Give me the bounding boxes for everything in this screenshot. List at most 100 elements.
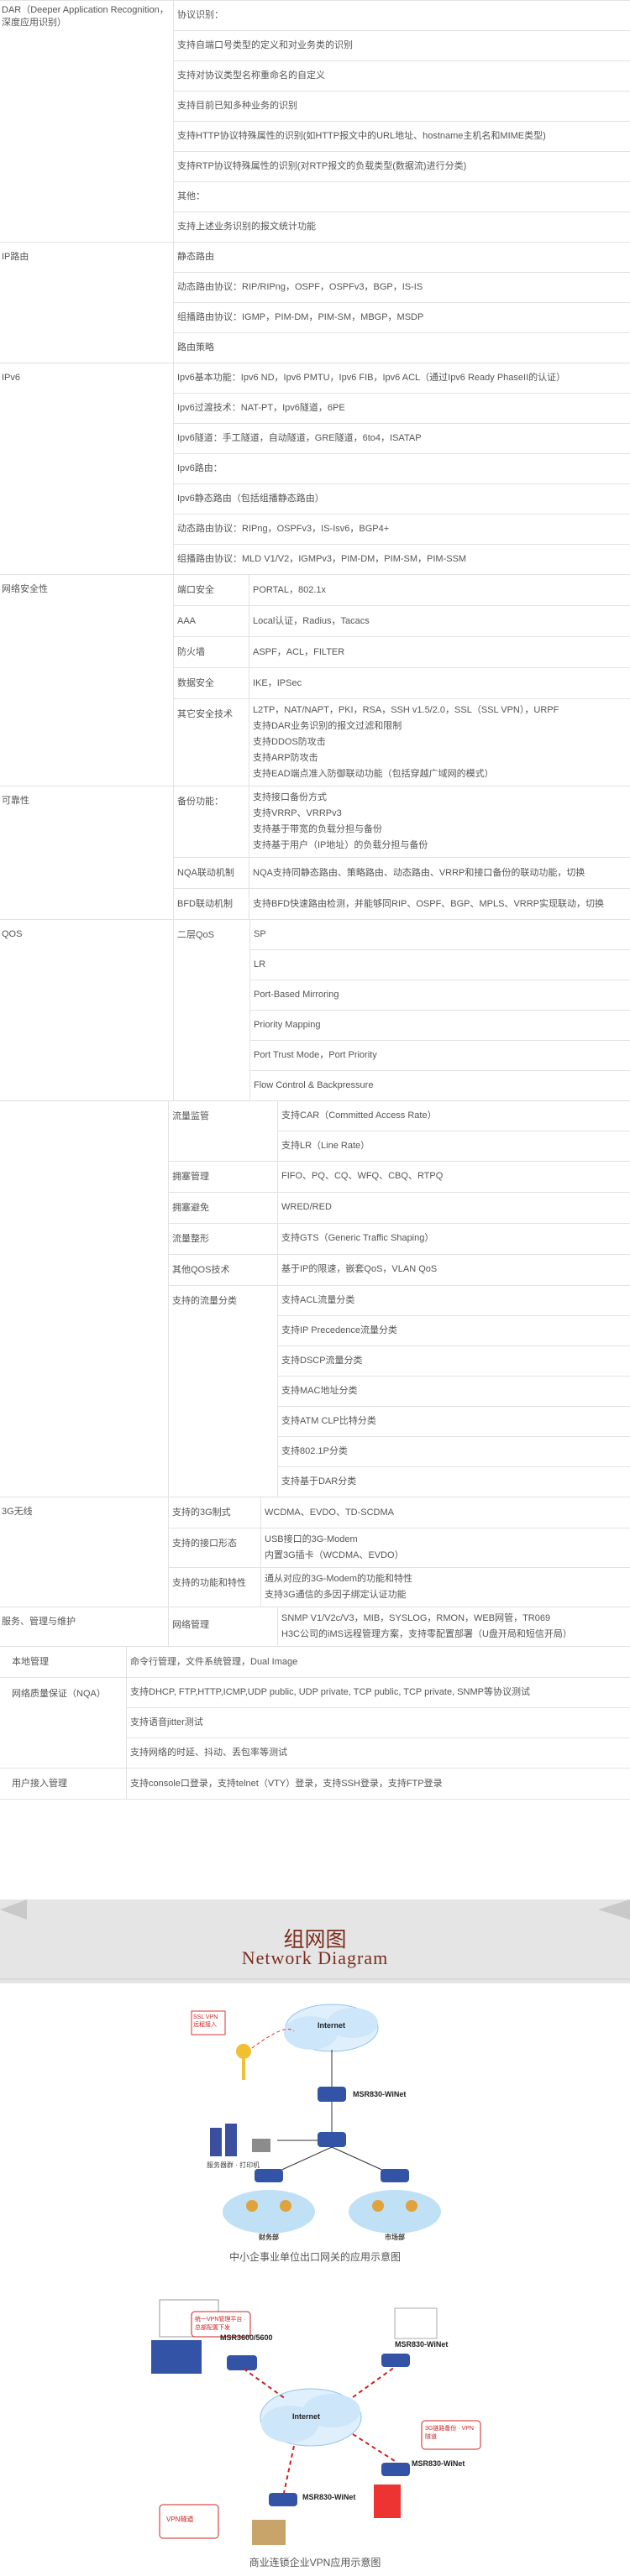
row-label: 本地管理 [12, 1657, 49, 1667]
row-values: 静态路由 动态路由协议：RIP/RIPng，OSPF，OSPFv3，BGP，IS-… [173, 243, 630, 363]
sub-row: 其他QOS技术 基于IP的限速，嵌套QoS，VLAN QoS [169, 1255, 630, 1286]
list-item: 支持ACL流量分类 [278, 1286, 630, 1316]
row-values: 二层QoS SP LR Port-Based Mirroring Priority M… [173, 920, 630, 1100]
sub-value: PORTAL，802.1x [253, 585, 327, 595]
sub-row: 备份功能： 支持接口备份方式 支持VRRP、VRRPv3 支持基于带宽的负载分担与… [174, 786, 630, 858]
hq-router-label: MSR3600/5600 [220, 2333, 273, 2342]
row-3g: 3G无线 支持的3G制式 WCDMA、EVDO、TD-SCDMA 支持的接口形态 US… [0, 1497, 630, 1607]
diagram-1-graphic [191, 2004, 441, 2234]
row-qos-more: 流量监管 支持CAR（Committed Access Rate） 支持LR（Lin… [0, 1101, 630, 1497]
dept-left-label: 财务部 [259, 2234, 279, 2241]
branch-1-label: MSR830-WiNet [395, 2340, 449, 2349]
internet-label: Internet [292, 2412, 321, 2421]
sub-values: 基于IP的限速，嵌套QoS，VLAN QoS [278, 1255, 630, 1285]
branch-2-label: MSR830-WiNet [412, 2459, 465, 2468]
row-values: 协议识别： 支持自端口号类型的定义和对业务类的识别 支持对协议类型名称重命名的自定义… [173, 1, 630, 242]
servers-label: 服务器群 · 打印机 [207, 2161, 260, 2169]
list-item: 基于IP的限速，嵌套QoS，VLAN QoS [281, 1264, 438, 1274]
sub-key: 其它安全技术 [174, 699, 249, 786]
sub-key: BFD联动机制 [174, 889, 249, 919]
diagram-1: Internet MSR830-WiNet SSL VPN 远程接入 服务器群 … [0, 1989, 630, 2266]
list-item: Port Trust Mode，Port Priority [250, 1041, 630, 1071]
list-item: 支持IP Precedence流量分类 [278, 1316, 630, 1346]
sub-row: 支持的功能和特性 通从对应的3G-Modem的功能和特性 支持3G通信的多因子绑定… [169, 1568, 630, 1607]
spec-table: DAR（Deeper Application Recognition，深度应用识… [0, 0, 630, 1800]
row-label: 服务、管理与维护 [2, 1617, 76, 1627]
row-label: QOS [2, 929, 23, 939]
sub-row: BFD联动机制 支持BFD快速路由检测，并能够同RIP、OSPF、BGP、MPLS… [174, 889, 630, 919]
sub-values: 支持CAR（Committed Access Rate） 支持LR（Line Ra… [278, 1101, 630, 1161]
list-item: 支持LR（Line Rate） [281, 1141, 370, 1151]
diagram-2-caption: 商业连锁企业VPN应用示意图 [249, 2557, 381, 2568]
list-item: 支持RTP协议特殊属性的识别(对RTP报文的负载类型(数据流)进行分类) [174, 152, 630, 182]
list-item: 支持语音jitter测试 [127, 1708, 630, 1738]
sub-key: 数据安全 [174, 668, 249, 698]
sub-key: 二层QoS [177, 930, 215, 940]
diagram-2: Internet MSR3600/5600 MSR830-WiNet MSR83… [0, 2291, 630, 2573]
list-item: 支持GTS（Generic Traffic Shaping） [281, 1233, 434, 1243]
row-values: 支持的3G制式 WCDMA、EVDO、TD-SCDMA 支持的接口形态 USB接口的3… [168, 1497, 630, 1607]
list-item: 路由策略 [177, 342, 214, 353]
sub-key: 备份功能： [174, 786, 249, 857]
row-label: 网络质量保证（NQA） [12, 1689, 106, 1699]
list-item: 支持基于DAR分类 [281, 1476, 357, 1487]
sub-value: WCDMA、EVDO、TD-SCDMA [265, 1507, 394, 1518]
sub-row: 防火墙 ASPF，ACL，FILTER [174, 637, 630, 668]
list-item: 静态路由 [174, 243, 630, 273]
sub-row: 支持的流量分类 支持ACL流量分类 支持IP Precedence流量分类 支持DSC… [169, 1286, 630, 1497]
qos-layer2: 二层QoS SP LR Port-Based Mirroring Priority M… [174, 920, 630, 1100]
row-label: DAR（Deeper Application Recognition，深度应用识… [2, 5, 169, 28]
row-reliability: 可靠性 备份功能： 支持接口备份方式 支持VRRP、VRRPv3 支持基于带宽的负… [0, 786, 630, 920]
sub-values: 支持ACL流量分类 支持IP Precedence流量分类 支持DSCP流量分类支持… [278, 1286, 630, 1497]
list-item: 组播路由协议：MLD V1/V2，IGMPv3，PIM-DM，PIM-SM，PI… [177, 554, 467, 564]
branch-3-label: MSR830-WiNet [302, 2493, 356, 2501]
diagram-2-graphic [151, 2299, 481, 2545]
sub-value: IKE，IPSec [253, 678, 302, 688]
sub-key: 拥塞管理 [169, 1162, 278, 1192]
sub-row: 端口安全 PORTAL，802.1x [174, 575, 630, 606]
row-value: 命令行管理，文件系统管理，Dual Image [130, 1657, 298, 1667]
sub-key: 流量监管 [169, 1101, 278, 1161]
list-item: SP [250, 920, 630, 950]
list-item: Flow Control & Backpressure [254, 1080, 374, 1090]
row-values: 支持DHCP, FTP,HTTP,ICMP,UDP public, UDP pr… [126, 1678, 630, 1768]
list-item: WRED/RED [281, 1202, 332, 1212]
network-diagram-banner: 组网图 Network Diagram [0, 1899, 630, 1983]
list-item: Ipv6路由： [174, 454, 630, 484]
sub-row: 流量监管 支持CAR（Committed Access Rate） 支持LR（Lin… [169, 1101, 630, 1162]
sub-key: 端口安全 [174, 575, 249, 605]
row-local-mgmt: 本地管理 命令行管理，文件系统管理，Dual Image [0, 1647, 630, 1678]
sub-key: 其他QOS技术 [169, 1255, 278, 1285]
sub-value: USB接口的3G-Modem 内置3G插卡（WCDMA、EVDO） [265, 1534, 404, 1560]
note-left: VPN隧道 [166, 2516, 194, 2523]
sub-row: 拥塞管理 FIFO、PQ、CQ、WFQ、CBQ、RTPQ [169, 1162, 630, 1193]
banner-subtitle: Network Diagram [241, 1947, 389, 1968]
row-dar: DAR（Deeper Application Recognition，深度应用识… [0, 1, 630, 243]
row-management: 服务、管理与维护 网络管理 SNMP V1/V2c/V3，MIB，SYSLOG，… [0, 1607, 630, 1647]
row-spacer [0, 1101, 168, 1497]
sub-row: 数据安全 IKE，IPSec [174, 668, 630, 699]
sub-value: 支持接口备份方式 支持VRRP、VRRPv3 支持基于带宽的负载分担与备份 支持… [253, 792, 428, 850]
list-item: 支持对协议类型名称重命名的自定义 [174, 61, 630, 91]
sub-value: Local认证，Radius，Tacacs [253, 616, 370, 626]
list-item: FIFO、PQ、CQ、WFQ、CBQ、RTPQ [281, 1171, 444, 1181]
row-label: 网络安全性 [2, 584, 48, 594]
list-item: 支持目前已知多种业务的识别 [174, 91, 630, 122]
sub-value: 通从对应的3G-Modem的功能和特性 支持3G通信的多因子绑定认证功能 [265, 1574, 413, 1600]
list-item: Priority Mapping [250, 1011, 630, 1041]
sub-key: AAA [174, 606, 249, 636]
list-item: 支持DSCP流量分类 [278, 1346, 630, 1377]
sub-value: 支持BFD快速路由检测，并能够同RIP、OSPF、BGP、MPLS、VRRP实现… [253, 899, 605, 909]
sub-values: SP LR Port-Based Mirroring Priority Mapping… [249, 920, 630, 1100]
sub-values: WRED/RED [278, 1193, 630, 1223]
list-item: Ipv6隧道：手工隧道，自动隧道，GRE隧道，6to4，ISATAP [174, 424, 630, 454]
row-ip-routing: IP路由 静态路由 动态路由协议：RIP/RIPng，OSPF，OSPFv3，BG… [0, 243, 630, 363]
sub-row: 其它安全技术 L2TP，NAT/NAPT，PKI，RSA，SSH v1.5/2.0… [174, 699, 630, 786]
sub-row: AAA Local认证，Radius，Tacacs [174, 606, 630, 637]
sub-value: L2TP，NAT/NAPT，PKI，RSA，SSH v1.5/2.0，SSL（S… [253, 705, 559, 779]
sub-values: 支持GTS（Generic Traffic Shaping） [278, 1224, 630, 1254]
row-label: 可靠性 [2, 796, 29, 806]
list-item: 组播路由协议：IGMP，PIM-DM，PIM-SM，MBGP，MSDP [174, 303, 630, 333]
sub-row: 支持的接口形态 USB接口的3G-Modem 内置3G插卡（WCDMA、EVDO） [169, 1528, 630, 1568]
list-item: 支持网络的时延、抖动、丢包率等测试 [130, 1748, 287, 1758]
